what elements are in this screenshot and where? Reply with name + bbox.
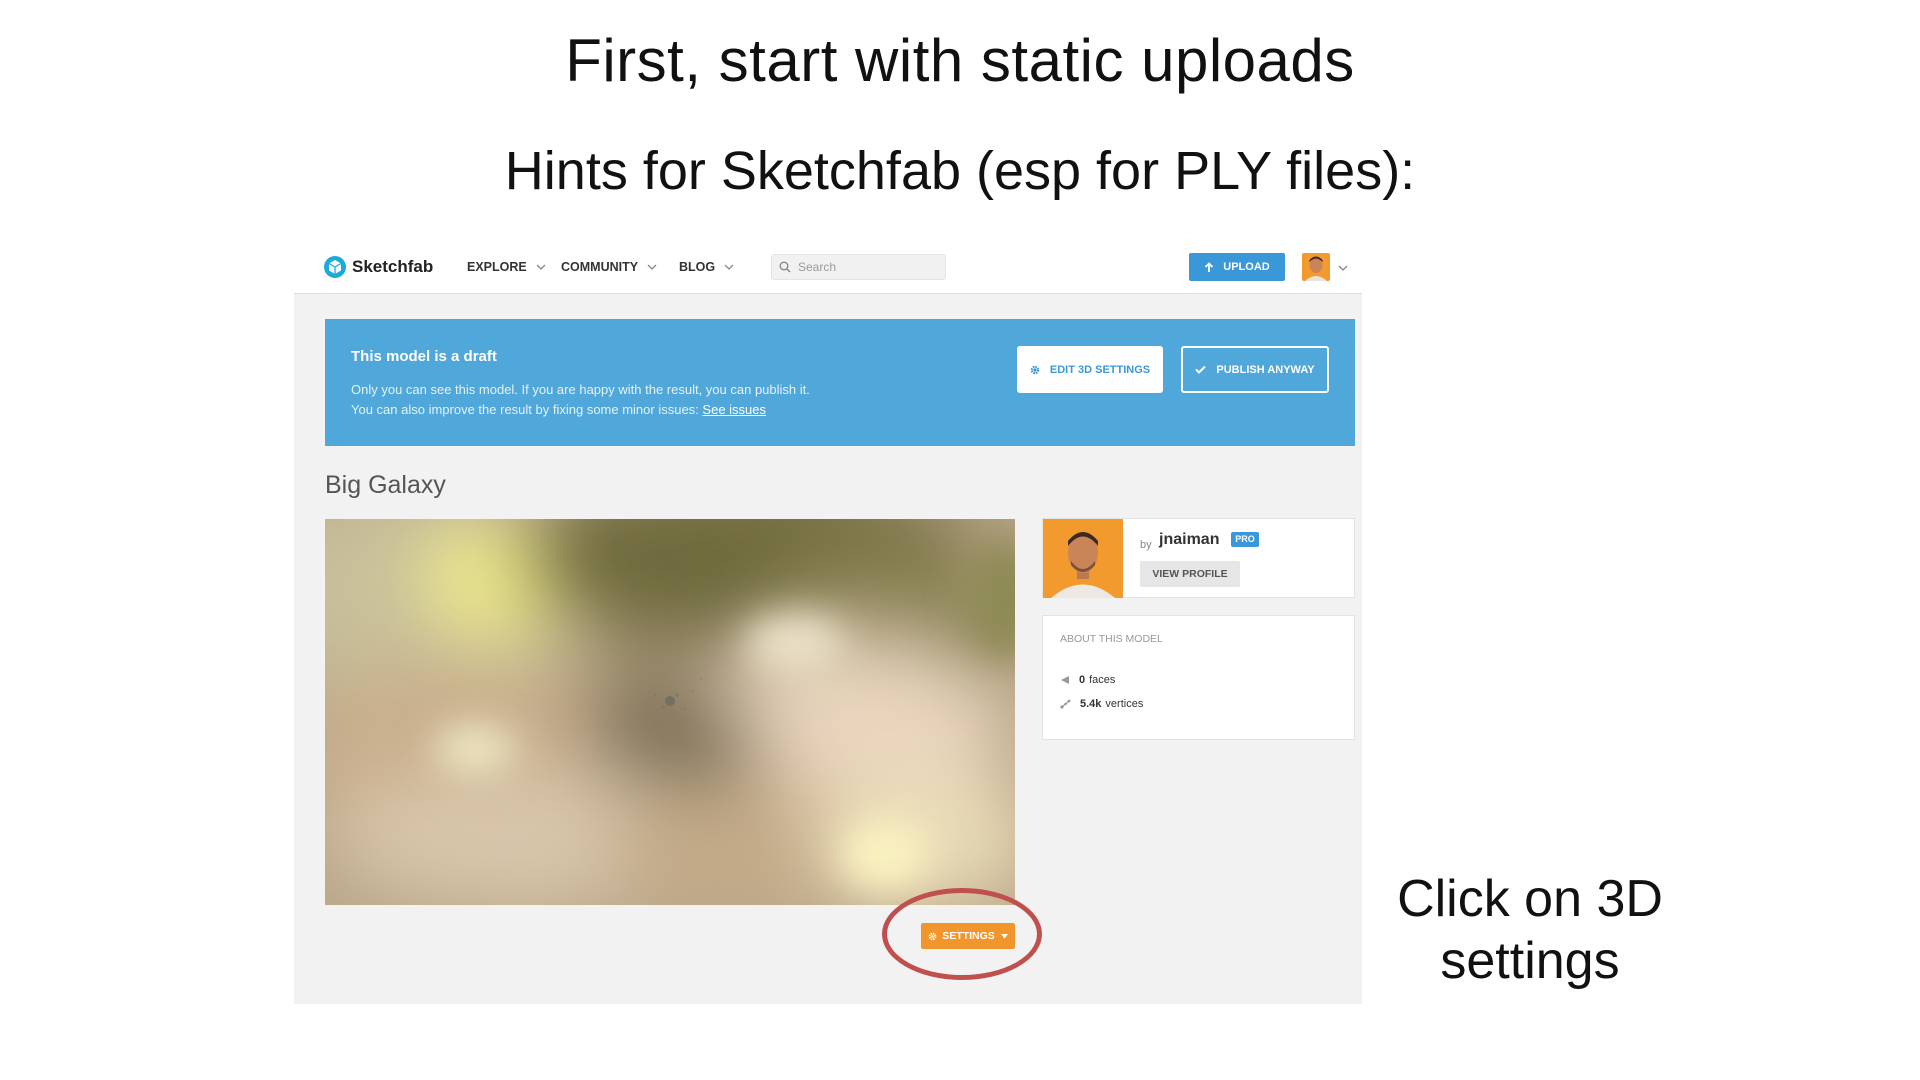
by-label: by: [1140, 539, 1152, 551]
chevron-down-icon: [647, 264, 657, 270]
nav-explore-label: EXPLORE: [467, 260, 527, 274]
nav-blog[interactable]: BLOG: [679, 260, 734, 274]
banner-title: This model is a draft: [351, 348, 497, 365]
nav-community-label: COMMUNITY: [561, 260, 639, 274]
see-issues-link[interactable]: See issues: [702, 402, 766, 417]
pro-badge: PRO: [1231, 532, 1259, 547]
publish-anyway-label: PUBLISH ANYWAY: [1216, 363, 1315, 376]
chevron-down-icon: [724, 264, 734, 270]
chevron-down-icon: [536, 264, 546, 270]
nav-blog-label: BLOG: [679, 260, 716, 274]
about-model-card: ABOUT THIS MODEL 0 faces 5.4k vertices: [1042, 615, 1355, 740]
vertex-icon: [1060, 699, 1071, 709]
edit-3d-settings-button[interactable]: EDIT 3D SETTINGS: [1017, 346, 1163, 393]
banner-message: Only you can see this model. If you are …: [351, 382, 810, 397]
banner-issues-text: You can also improve the result by fixin…: [351, 402, 699, 417]
vertices-stat: 5.4k vertices: [1060, 698, 1143, 710]
gear-icon: [1030, 365, 1040, 374]
nav-community[interactable]: COMMUNITY: [561, 260, 657, 274]
slide-title: First, start with static uploads: [565, 27, 1355, 94]
about-model-label: ABOUT THIS MODEL: [1060, 633, 1163, 645]
user-avatar[interactable]: [1302, 253, 1330, 281]
banner-issues-message: You can also improve the result by fixin…: [351, 402, 766, 417]
view-profile-button[interactable]: VIEW PROFILE: [1140, 561, 1240, 587]
settings-highlight-circle: [882, 888, 1042, 980]
search-box: [771, 254, 946, 280]
avatar-image: [1302, 253, 1330, 281]
logo-text: Sketchfab: [352, 257, 434, 276]
slide-subtitle: Hints for Sketchfab (esp for PLY files):: [504, 141, 1416, 201]
upload-button[interactable]: UPLOAD: [1189, 253, 1285, 281]
faces-stat: 0 faces: [1060, 674, 1115, 686]
sketchfab-logo-icon: [324, 256, 346, 278]
sketchfab-logo[interactable]: Sketchfab: [324, 256, 433, 278]
publish-anyway-button[interactable]: PUBLISH ANYWAY: [1181, 346, 1329, 393]
arrow-up-icon: [1205, 261, 1214, 272]
triangle-icon: [1061, 676, 1069, 684]
author-username[interactable]: jnaiman: [1159, 531, 1219, 549]
vertices-count: 5.4k: [1080, 698, 1102, 710]
check-icon: [1195, 365, 1207, 374]
search-input[interactable]: [796, 259, 940, 275]
slide-note-line2: settings: [1440, 932, 1620, 990]
faces-unit: faces: [1089, 674, 1116, 686]
model-title: Big Galaxy: [325, 471, 446, 499]
sketchfab-screenshot: Sketchfab EXPLORE COMMUNITY BLOG UPLOAD: [294, 245, 1362, 1004]
faces-count: 0: [1079, 674, 1086, 686]
nav-explore[interactable]: EXPLORE: [467, 260, 546, 274]
upload-label: UPLOAD: [1223, 261, 1270, 273]
author-card: by jnaiman PRO VIEW PROFILE: [1042, 518, 1355, 598]
model-3d-viewer[interactable]: [325, 519, 1015, 905]
galaxy-render: [325, 519, 1015, 905]
edit-3d-settings-label: EDIT 3D SETTINGS: [1049, 363, 1151, 376]
draft-banner: This model is a draft Only you can see t…: [325, 319, 1355, 446]
slide-note: Click on 3D settings: [1350, 868, 1710, 992]
slide-note-line1: Click on 3D: [1397, 870, 1663, 928]
chevron-down-icon[interactable]: [1338, 265, 1348, 271]
top-navbar: Sketchfab EXPLORE COMMUNITY BLOG UPLOAD: [294, 245, 1362, 294]
author-avatar[interactable]: [1043, 519, 1123, 598]
vertices-unit: vertices: [1105, 698, 1144, 710]
search-icon: [779, 261, 791, 273]
